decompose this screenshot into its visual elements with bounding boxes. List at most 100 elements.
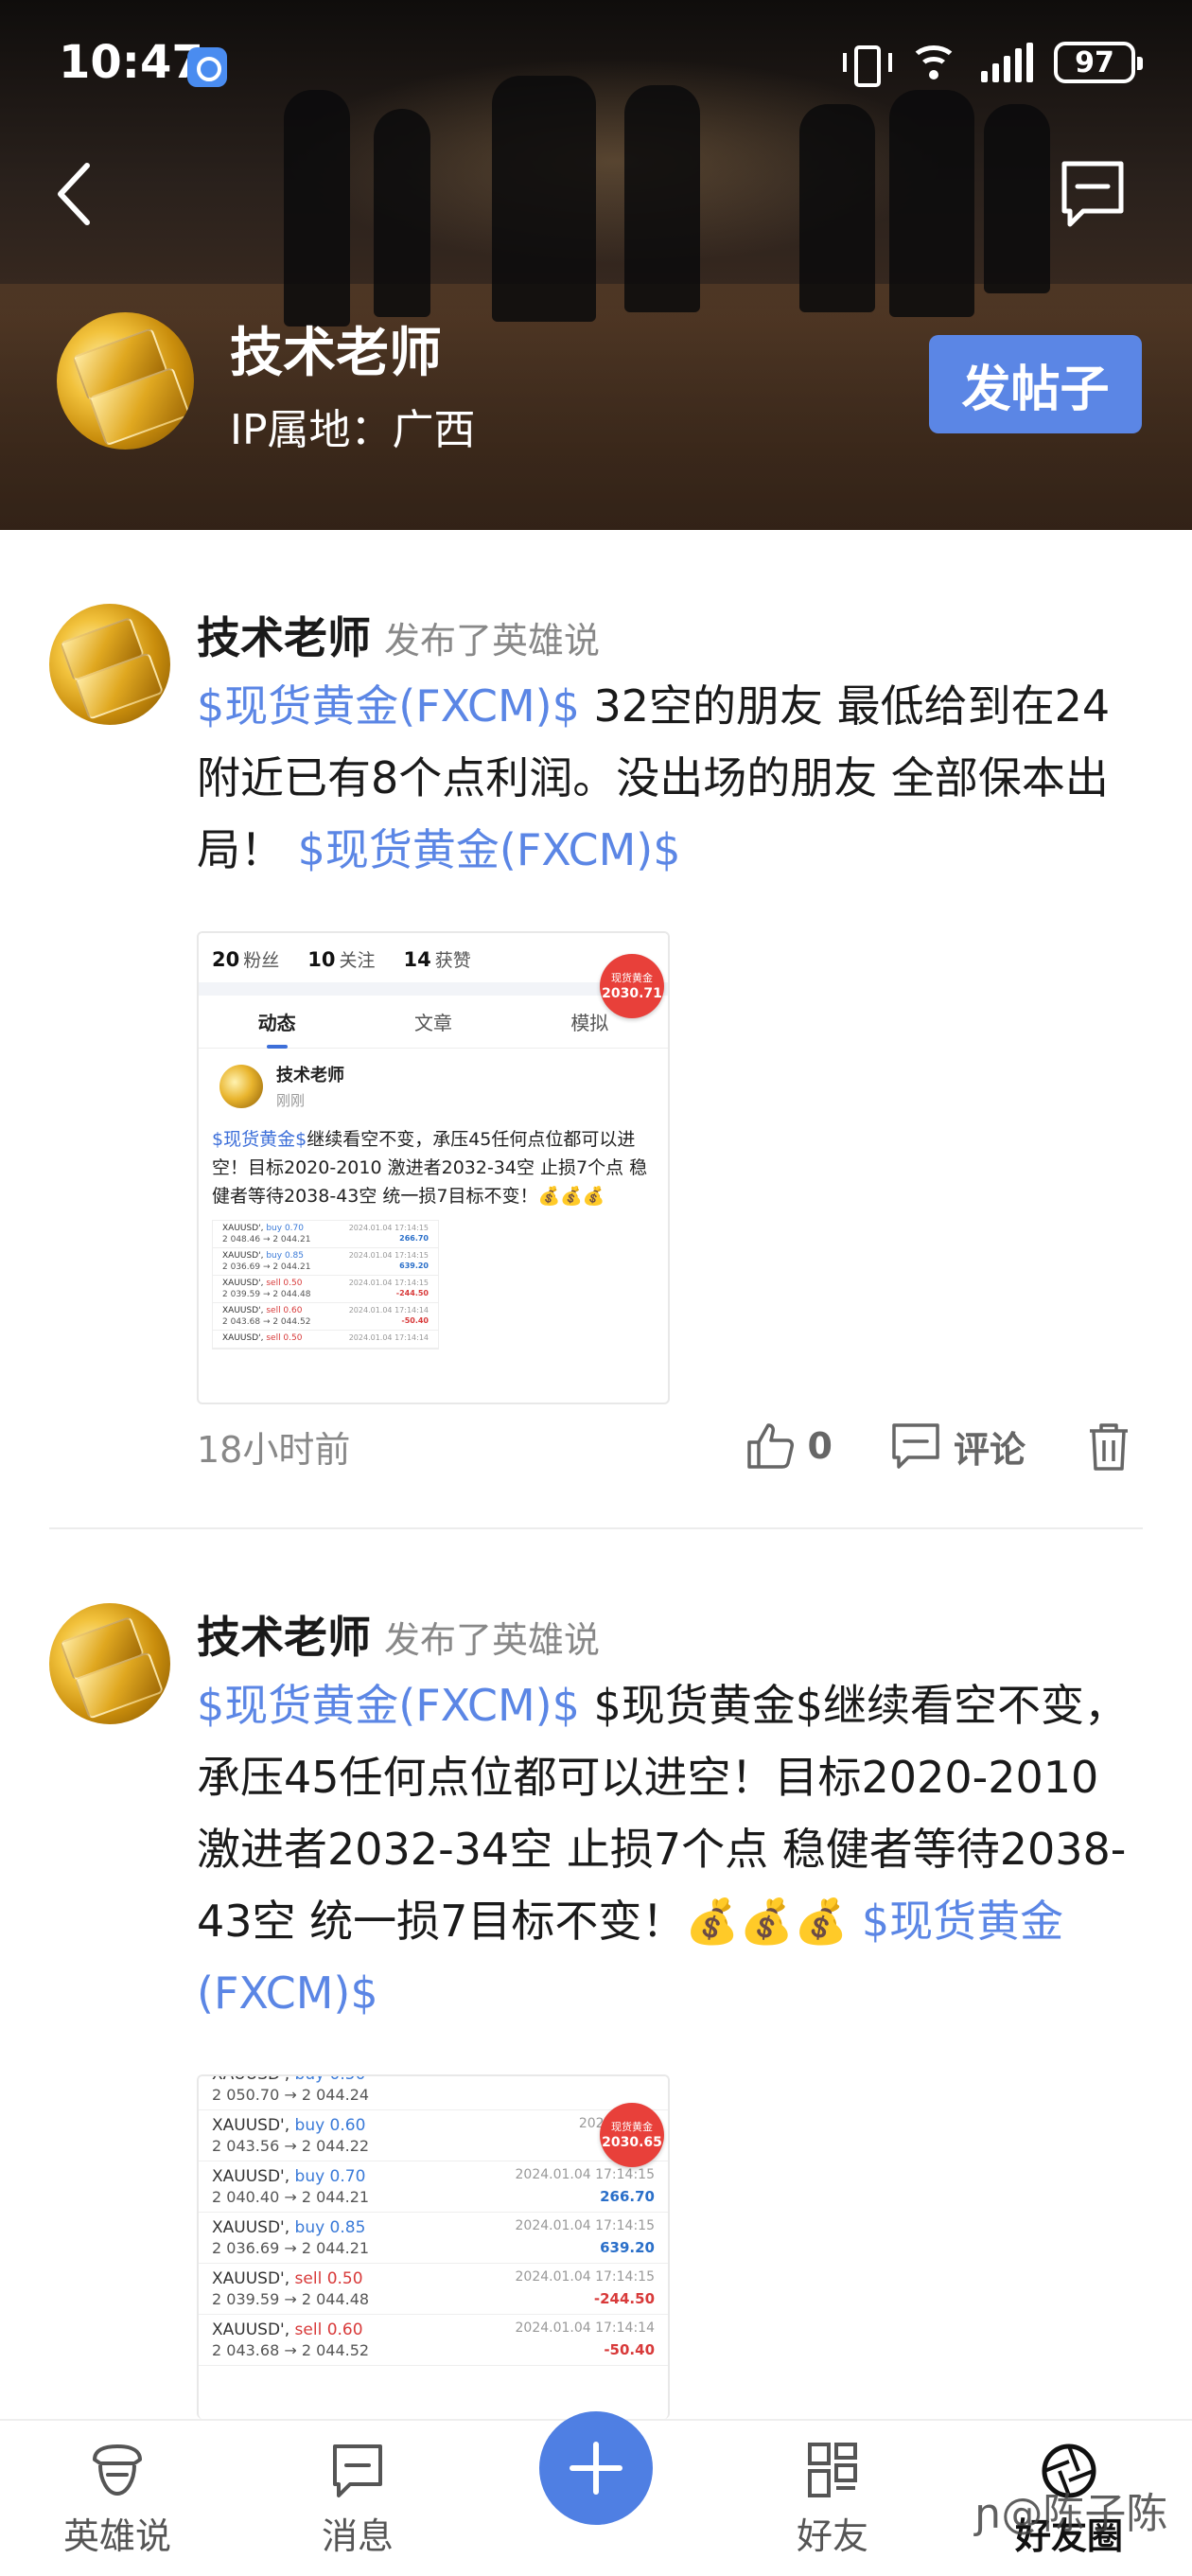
post-action-text: 发布了英雄说	[384, 620, 601, 662]
trade-price: 2 043.56 → 2 044.22	[212, 2137, 370, 2155]
background-person	[374, 109, 430, 317]
profile-name: 技术老师	[230, 323, 442, 384]
trade-time: 2024.01.04 17:14:15	[515, 2269, 656, 2285]
battery-icon: 97	[1054, 42, 1143, 83]
stock-tag-link[interactable]: $现货黄金(FXCM)$	[298, 824, 681, 875]
trade-price: 2 043.68 → 2 044.52	[212, 2341, 370, 2359]
mini-tabs: 动态 文章 模拟	[199, 996, 668, 1049]
post-author-name[interactable]: 技术老师	[197, 1603, 371, 1666]
post-author-line: 技术老师 发布了英雄说	[197, 1603, 600, 1666]
post-time: 18小时前	[197, 1428, 351, 1471]
profile-header: 10:47 97 技术老师 IP属地：广西 发帖子	[0, 0, 1192, 530]
message-icon	[333, 2444, 382, 2497]
plus-icon	[570, 2442, 622, 2495]
profile-avatar[interactable]	[57, 312, 194, 450]
post-author-avatar[interactable]	[49, 604, 170, 725]
trade-time: 2024.01.04 17:14:15	[348, 1251, 429, 1260]
price-badge: 现货黄金 2030.71	[600, 954, 664, 1018]
trade-time: 2024.01.04 17:14:15	[348, 1224, 429, 1232]
trade-row: XAUUSD', sell 0.50 2 039.59 → 2 044.48 202…	[199, 2264, 668, 2315]
trade-time: 2024.01.04 17:14:14	[515, 2320, 656, 2336]
stock-tag-link[interactable]: $现货黄金(FXCM)$	[197, 680, 580, 732]
trade-symbol: XAUUSD', buy 0.60	[212, 2116, 366, 2135]
comment-button[interactable]: 评论	[889, 1420, 1025, 1473]
trade-time: 2024.01.04 17:14:15	[515, 2167, 656, 2182]
trade-row: XAUUSD', buy 0.85 2 036.69 → 2 044.21 2024…	[199, 2213, 668, 2264]
message-square-icon	[1061, 161, 1124, 227]
trade-symbol: XAUUSD', sell 0.60	[212, 2320, 363, 2339]
mini-author: 技术老师 刚刚	[199, 1049, 668, 1116]
post-image[interactable]: XAUUSD', buy 0.50 2 050.70 → 2 044.24 2024…	[197, 2074, 670, 2419]
post-image[interactable]: 20 粉丝 10 关注 14 获赞 动态 文章 模拟 技术老师 刚刚 $现货黄金$继续…	[197, 931, 670, 1404]
post-action-text: 发布了英雄说	[384, 1619, 601, 1661]
trade-time: 2024.01.04 17:14:15	[515, 2218, 656, 2233]
post-body: $现货黄金(FXCM)$ $现货黄金$继续看空不变，承压45任何点位都可以进空！…	[197, 1669, 1143, 2029]
app-notification-icon	[187, 47, 227, 87]
price-badge: 现货黄金 2030.65	[600, 2103, 664, 2167]
trade-symbol: XAUUSD', sell 0.60	[222, 1306, 303, 1315]
trade-profit: -244.50	[593, 2290, 655, 2307]
post-author-avatar[interactable]	[49, 1603, 170, 1724]
trade-symbol: XAUUSD', buy 0.85	[212, 2218, 366, 2237]
status-time: 10:47	[59, 36, 203, 89]
nav-item-friends[interactable]: 好友	[738, 2421, 927, 2576]
trade-time: 2024.01.04 17:14:14	[348, 1333, 429, 1342]
trade-row: XAUUSD', buy 0.70 2 040.40 → 2 044.21 2024…	[199, 2161, 668, 2213]
vibrate-icon	[841, 42, 892, 87]
background-person	[799, 104, 875, 312]
nav-item-hero[interactable]: 英雄说	[23, 2421, 212, 2576]
trade-profit: 639.20	[399, 1262, 429, 1270]
trade-symbol: XAUUSD', buy 0.70	[212, 2167, 366, 2186]
create-post-button[interactable]: 发帖子	[929, 335, 1142, 433]
trade-symbol: XAUUSD', buy 0.70	[222, 1224, 304, 1233]
post-author-name[interactable]: 技术老师	[197, 604, 371, 666]
trade-symbol: XAUUSD', sell 0.50	[222, 1279, 303, 1288]
trade-row: XAUUSD', sell 0.50 2 039.59 → 2 044.48 202…	[213, 1276, 438, 1303]
trash-icon	[1090, 1423, 1128, 1471]
mini-text: $现货黄金$继续看空不变，承压45任何点位都可以进空！目标2020-2010 激…	[212, 1129, 648, 1207]
trade-time: 2024.01.04 17:14:15	[348, 1279, 429, 1287]
trade-symbol: XAUUSD', buy 0.50	[212, 2074, 366, 2084]
trade-profit: 639.20	[600, 2239, 655, 2256]
back-button[interactable]	[47, 156, 104, 232]
trade-row: XAUUSD', sell 0.60 2 043.68 → 2 044.52 202…	[213, 1303, 438, 1331]
like-button[interactable]: 0	[744, 1420, 833, 1473]
trade-profit: 266.70	[600, 2188, 655, 2205]
trade-profit: -50.40	[401, 1316, 429, 1325]
battery-level: 97	[1075, 45, 1114, 79]
watermark: ɲ@陈子陈	[974, 2490, 1168, 2538]
trade-symbol: XAUUSD', buy 0.85	[222, 1251, 304, 1261]
create-button[interactable]	[539, 2411, 653, 2525]
post-body: $现货黄金(FXCM)$ 32空的朋友 最低给到在24附近已有8个点利润。没出场…	[197, 670, 1143, 886]
stock-tag-link[interactable]: $现货黄金(FXCM)$	[197, 1680, 580, 1731]
background-person	[984, 104, 1050, 293]
trade-price: 2 048.46 → 2 044.21	[222, 1235, 311, 1244]
hero-icon	[93, 2444, 142, 2496]
trade-profit: -50.40	[604, 2341, 655, 2358]
trade-symbol: XAUUSD', sell 0.50	[222, 1333, 303, 1343]
trade-price: 2 039.59 → 2 044.48	[212, 2290, 370, 2308]
trade-row: XAUUSD', buy 0.70 2 048.46 → 2 044.21 2024…	[213, 1221, 438, 1248]
trade-row: XAUUSD', buy 0.50 2 050.70 → 2 044.24 2024…	[199, 2074, 668, 2110]
post-meta: 18小时前 0 评论	[197, 1420, 1135, 1473]
trade-price: 2 043.68 → 2 044.52	[222, 1317, 311, 1327]
nav-item-messages[interactable]: 消息	[263, 2421, 452, 2576]
nav-label: 消息	[321, 2514, 394, 2557]
trade-time: 2024.01.04 17:14:16	[516, 2076, 656, 2080]
trade-price: 2 050.70 → 2 044.24	[212, 2086, 370, 2104]
message-button[interactable]	[1055, 156, 1131, 232]
nav-label: 英雄说	[62, 2514, 171, 2557]
signal-icon	[981, 43, 1033, 82]
trade-price: 2 040.40 → 2 044.21	[212, 2188, 370, 2206]
chevron-left-icon	[58, 163, 90, 225]
mini-trade-list: XAUUSD', buy 0.70 2 048.46 → 2 044.21 2024…	[212, 1220, 439, 1350]
post-divider	[49, 1527, 1143, 1529]
delete-button[interactable]	[1082, 1420, 1135, 1473]
comment-icon	[892, 1423, 939, 1469]
trade-row: XAUUSD', sell 0.50 2024.01.04 17:14:14	[213, 1331, 438, 1349]
thumbs-up-icon	[746, 1423, 794, 1469]
wifi-icon	[907, 42, 960, 83]
trade-row: XAUUSD', buy 0.85 2 036.69 → 2 044.21 2024…	[213, 1248, 438, 1276]
post-author-line: 技术老师 发布了英雄说	[197, 604, 600, 666]
status-bar: 10:47 97	[0, 0, 1192, 132]
